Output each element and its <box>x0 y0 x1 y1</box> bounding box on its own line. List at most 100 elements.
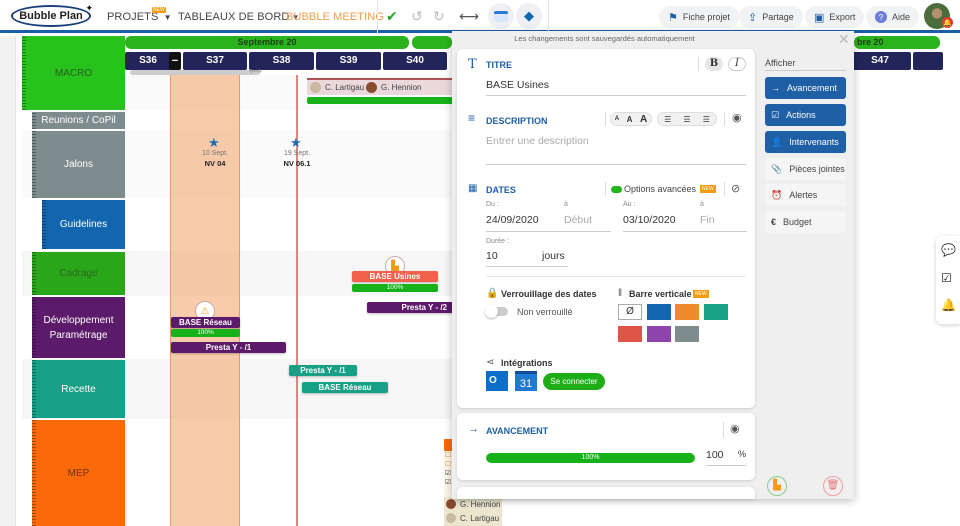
week-s47[interactable]: S47 <box>850 52 910 70</box>
align-right-icon[interactable]: ☰ <box>703 115 710 124</box>
swatch-red[interactable] <box>618 326 642 342</box>
start-date-input[interactable]: 24/09/2020 <box>486 214 539 226</box>
swatch-gray[interactable] <box>675 326 699 342</box>
task-base-reseau[interactable]: BASE Réseau <box>171 317 240 328</box>
lock-toggle[interactable] <box>485 305 508 318</box>
milestone-star-icon[interactable]: ★ <box>208 135 220 151</box>
row-cadrage[interactable]: Cadrage <box>32 252 125 295</box>
person-name: G. Hennion <box>381 83 422 92</box>
redo-icon[interactable]: ↻ <box>433 8 445 25</box>
bell-icon[interactable]: 🔔 <box>941 298 956 312</box>
task-base-usines[interactable]: BASE Usines <box>352 271 438 282</box>
toggle-budget[interactable]: € Budget <box>765 211 846 233</box>
toggle-intervenants[interactable]: 👤 Intervenants <box>765 131 846 153</box>
share-nodes-icon: ⋖ <box>486 357 495 368</box>
nav-bubble-meeting[interactable]: BUBBLE MEETING <box>286 11 384 23</box>
next-card-peek <box>457 487 755 499</box>
swatch-teal[interactable] <box>704 304 728 320</box>
task-presta-y-1-recette[interactable]: Presta Y - /1 <box>289 365 357 376</box>
check-icon[interactable]: ✔ <box>386 8 398 25</box>
macro-task-bar[interactable]: C. Lartigau G. Hennion <box>307 78 453 95</box>
end-time-input[interactable]: Fin <box>700 214 715 226</box>
checklist-icon[interactable]: ☑ <box>941 271 952 285</box>
progress-unit: % <box>738 449 747 459</box>
resize-horizontal-icon[interactable]: ⟷ <box>459 8 479 25</box>
row-guidelines[interactable]: Guidelines <box>42 200 125 249</box>
connect-button[interactable]: Se connecter <box>543 373 605 390</box>
row-developpement-parametrage[interactable]: Développement Paramétrage <box>32 297 125 358</box>
eye-slash-icon[interactable]: ⊘ <box>731 182 740 195</box>
toggle-alertes[interactable]: ⏰ Alertes <box>765 184 846 206</box>
progress-input[interactable]: 100 <box>706 449 724 461</box>
top-bar: Bubble Plan ✦ PROJETS ▼ NEW TABLEAUX DE B… <box>0 0 960 33</box>
title-input[interactable]: BASE Usines <box>486 79 549 91</box>
close-icon[interactable]: ✕ <box>838 31 850 48</box>
collapse-button[interactable]: − <box>169 52 181 70</box>
task-presta-y-1[interactable]: Presta Y - /1 <box>171 342 286 353</box>
milestone-star-icon[interactable]: ★ <box>290 135 302 151</box>
fiche-projet-button[interactable]: ⚑ Fiche projet <box>659 6 739 28</box>
partage-button[interactable]: ⇪ Partage <box>739 6 803 28</box>
drag-handle-icon[interactable]: ⟺ <box>249 66 262 77</box>
row-jalons[interactable]: Jalons <box>32 131 125 198</box>
task-base-reseau-recette[interactable]: BASE Réseau <box>302 382 388 393</box>
week-next[interactable] <box>913 52 943 70</box>
at-label: à <box>700 201 704 208</box>
toggle-pieces-jointes[interactable]: 📎 Pièces jointes <box>765 158 846 180</box>
notification-bell-icon[interactable]: 🔔 <box>942 17 953 28</box>
font-size-medium-button[interactable]: A <box>627 115 633 124</box>
progress-fill: 100% <box>486 453 695 463</box>
aide-button[interactable]: ? Aide <box>866 6 920 28</box>
font-size-large-button[interactable]: A <box>640 114 647 125</box>
week-s36[interactable]: S36 <box>125 52 171 70</box>
end-date-input[interactable]: 03/10/2020 <box>623 214 676 226</box>
bold-button[interactable]: B <box>705 57 723 71</box>
eye-icon[interactable]: ◉ <box>732 111 742 124</box>
divider <box>724 112 725 126</box>
progress-underline <box>706 465 746 466</box>
swatch-purple[interactable] <box>647 326 671 342</box>
calendar-icon <box>494 10 508 22</box>
advanced-options-toggle[interactable] <box>611 186 622 193</box>
progress-track[interactable]: 100% <box>486 453 695 463</box>
font-size-small-button[interactable]: A <box>615 116 619 122</box>
avatar <box>310 82 321 93</box>
row-reunions-copil[interactable]: Reunions / CoPil <box>32 112 125 129</box>
outlook-icon[interactable]: O <box>486 371 508 391</box>
calendar-view-button[interactable] <box>488 3 514 29</box>
swatch-blue[interactable] <box>647 304 671 320</box>
chat-icon[interactable]: 💬 <box>941 243 956 257</box>
italic-button[interactable]: I <box>728 57 746 71</box>
eye-icon[interactable]: ◉ <box>730 422 740 435</box>
toggle-avancement[interactable]: → Avancement <box>765 77 846 99</box>
trash-icon[interactable]: 🗑 <box>823 476 843 496</box>
row-mep[interactable]: MEP <box>32 420 125 526</box>
to-label: Au : <box>623 201 636 208</box>
row-macro[interactable]: MACRO <box>22 36 125 110</box>
arrow-right-icon: → <box>468 423 479 435</box>
align-center-icon[interactable]: ☰ <box>683 115 690 124</box>
align-left-icon[interactable]: ☰ <box>664 115 671 124</box>
week-s37[interactable]: S37 <box>183 52 247 70</box>
swatch-none[interactable]: Ø <box>618 304 642 320</box>
duration-input[interactable]: 10 <box>486 250 498 262</box>
export-button[interactable]: ▣ Export <box>805 6 865 28</box>
avatar <box>366 82 377 93</box>
row-recette[interactable]: Recette <box>32 360 125 418</box>
milestone-view-button[interactable]: ◆ <box>516 3 542 29</box>
task-presta-y-2[interactable]: Presta Y - /2 <box>367 302 453 313</box>
factory-icon-button[interactable]: ▙ <box>767 476 787 496</box>
google-calendar-icon[interactable]: 31 <box>515 371 537 391</box>
nav-tableaux-de-bord[interactable]: TABLEAUX DE BORD ▼ <box>178 11 299 23</box>
undo-icon[interactable]: ↺ <box>411 8 423 25</box>
week-s40[interactable]: S40 <box>383 52 447 70</box>
lock-icon: 🔒 <box>486 288 499 299</box>
start-time-input[interactable]: Début <box>564 214 592 226</box>
person-name: C. Lartigau <box>325 83 365 92</box>
toggle-actions[interactable]: ☑ Actions <box>765 104 846 126</box>
week-s39[interactable]: S39 <box>316 52 381 70</box>
description-input[interactable]: Entrer une description <box>486 135 589 147</box>
logo[interactable]: Bubble Plan ✦ <box>11 3 93 27</box>
swatch-orange[interactable] <box>675 304 699 320</box>
vertical-bar-label: Barre verticale <box>629 289 692 299</box>
